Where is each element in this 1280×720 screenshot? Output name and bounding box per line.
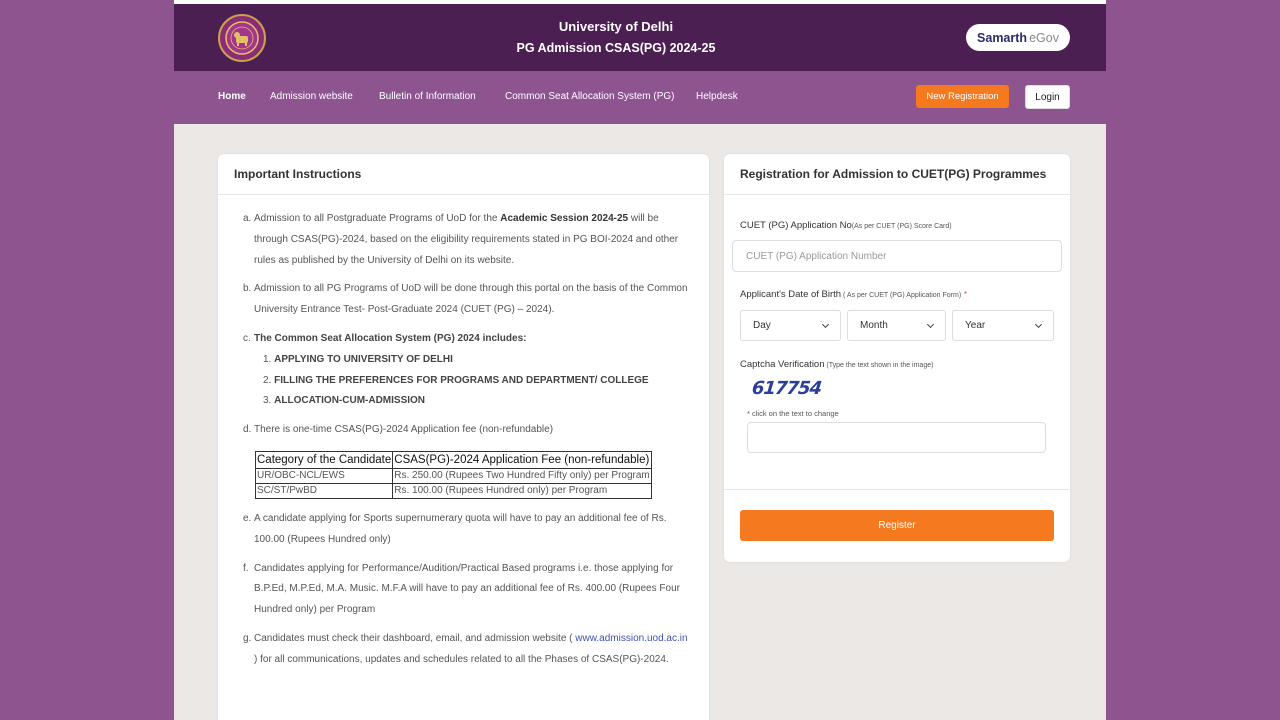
samarth-egov-logo[interactable]: Samarth eGov: [966, 24, 1070, 51]
list-item-text: APPLYING TO UNIVERSITY OF DELHI: [274, 353, 453, 365]
list-marker: 2.: [263, 374, 272, 386]
list-marker: d.: [243, 424, 252, 436]
instructions-list: a. Admission to all Postgraduate Program…: [218, 195, 709, 671]
main-nav: Home Admission website Bulletin of Infor…: [174, 71, 1106, 124]
instructions-title: Important Instructions: [218, 154, 709, 195]
nav-home[interactable]: Home: [218, 91, 246, 102]
list-item-text: ALLOCATION-CUM-ADMISSION: [274, 395, 426, 407]
csas-sub-list: 1. APPLYING TO UNIVERSITY OF DELHI 2. FI…: [263, 350, 689, 412]
instruction-text: A candidate applying for Sports supernum…: [254, 512, 667, 545]
instruction-text: Candidates must check their dashboard, e…: [254, 632, 576, 644]
page-subtitle: PG Admission CSAS(PG) 2024-25: [516, 41, 716, 55]
instruction-text: Candidates applying for Performance/Audi…: [254, 562, 680, 616]
instruction-b: b. Admission to all PG Programs of UoD w…: [243, 279, 689, 321]
captcha-input[interactable]: [747, 422, 1046, 453]
admission-website-link[interactable]: www.admission.uod.ac.in: [575, 633, 687, 644]
fee-table: Category of the Candidate CSAS(PG)-2024 …: [254, 450, 652, 499]
instruction-f: f. Candidates applying for Performance/A…: [243, 559, 689, 621]
list-item: 3. ALLOCATION-CUM-ADMISSION: [263, 391, 689, 412]
chevron-down-icon: [1034, 320, 1043, 328]
page-title: University of Delhi: [558, 19, 674, 34]
label-text: Applicant's Date of Birth: [740, 289, 842, 300]
form-divider: [724, 489, 1070, 490]
instruction-c: c. The Common Seat Allocation System (PG…: [243, 329, 689, 350]
instruction-g: g. Candidates must check their dashboard…: [243, 629, 689, 671]
new-registration-button[interactable]: New Registration: [916, 85, 1009, 108]
nav-helpdesk[interactable]: Helpdesk: [696, 91, 738, 102]
list-marker: b.: [243, 283, 252, 295]
brand-suffix: eGov: [1029, 30, 1059, 45]
list-item: 2. FILLING THE PREFERENCES FOR PROGRAMS …: [263, 371, 689, 392]
register-button[interactable]: Register: [740, 510, 1054, 541]
site-header: University of Delhi PG Admission CSAS(PG…: [174, 4, 1106, 71]
table-cell: SC/ST/PwBD: [254, 482, 394, 499]
label-note: (As per CUET (PG) Score Card): [851, 223, 952, 230]
instruction-d: d. There is one-time CSAS(PG)-2024 Appli…: [243, 420, 689, 441]
page: University of Delhi PG Admission CSAS(PG…: [174, 0, 1106, 720]
chevron-down-icon: [926, 320, 935, 328]
label-note: (Type the text shown in the image): [824, 362, 934, 369]
list-marker: 1.: [263, 353, 272, 365]
instruction-text: The Common Seat Allocation System (PG) 2…: [254, 332, 527, 344]
captcha-image[interactable]: 617754: [751, 378, 822, 399]
application-number-input[interactable]: CUET (PG) Application Number: [732, 240, 1062, 272]
instructions-card: Important Instructions a. Admission to a…: [218, 154, 709, 720]
captcha-hint: * click on the text to change: [747, 409, 839, 418]
instruction-a: a. Admission to all Postgraduate Program…: [243, 209, 689, 271]
academic-session-text: Academic Session 2024-25: [500, 213, 629, 224]
label-text: CUET (PG) Application No: [740, 220, 852, 231]
list-item-text: FILLING THE PREFERENCES FOR PROGRAMS AND…: [274, 374, 649, 386]
table-header: CSAS(PG)-2024 Application Fee (non-refun…: [392, 450, 652, 469]
label-text: Captcha Verification: [740, 359, 825, 370]
dob-month-select[interactable]: Month: [847, 310, 946, 341]
list-marker: f.: [243, 562, 249, 574]
instruction-text: ) for all communications, updates and sc…: [254, 653, 669, 665]
list-marker: c.: [243, 332, 251, 344]
nav-admission-website[interactable]: Admission website: [270, 91, 353, 102]
nav-csas-pg[interactable]: Common Seat Allocation System (PG): [505, 91, 675, 102]
table-cell: UR/OBC-NCL/EWS: [254, 467, 394, 484]
table-row: SC/ST/PwBD Rs. 100.00 (Rupees Hundred on…: [254, 482, 652, 499]
chevron-down-icon: [821, 320, 830, 328]
table-row: UR/OBC-NCL/EWS Rs. 250.00 (Rupees Two Hu…: [254, 467, 652, 484]
captcha-label: Captcha Verification (Type the text show…: [740, 359, 933, 370]
list-item: 1. APPLYING TO UNIVERSITY OF DELHI: [263, 350, 689, 371]
instruction-text: There is one-time CSAS(PG)-2024 Applicat…: [254, 424, 554, 436]
table-cell: Rs. 250.00 (Rupees Two Hundred Fifty onl…: [392, 467, 652, 484]
login-button[interactable]: Login: [1025, 85, 1070, 109]
instruction-text: Admission to all PG Programs of UoD will…: [254, 283, 688, 316]
dob-label: Applicant's Date of Birth ( As per CUET …: [740, 289, 967, 300]
dob-day-select[interactable]: Day: [740, 310, 841, 341]
nav-bulletin-of-information[interactable]: Bulletin of Information: [379, 91, 476, 102]
list-marker: 3.: [263, 395, 272, 407]
dob-year-select[interactable]: Year: [952, 310, 1054, 341]
registration-title: Registration for Admission to CUET(PG) P…: [724, 154, 1070, 195]
select-value: Day: [753, 320, 771, 331]
list-marker: g.: [243, 632, 252, 644]
brand-main: Samarth: [977, 30, 1028, 45]
registration-card: Registration for Admission to CUET(PG) P…: [724, 154, 1070, 562]
select-value: Year: [965, 320, 986, 331]
table-header: Category of the Candidate: [254, 450, 394, 469]
table-cell: Rs. 100.00 (Rupees Hundred only) per Pro…: [392, 482, 652, 499]
required-mark: *: [963, 290, 967, 299]
select-value: Month: [860, 320, 888, 331]
instruction-e: e. A candidate applying for Sports super…: [243, 509, 689, 551]
table-header-row: Category of the Candidate CSAS(PG)-2024 …: [254, 450, 652, 469]
list-marker: a.: [243, 213, 252, 224]
instruction-text: Admission to all Postgraduate Programs o…: [254, 213, 501, 224]
label-note: ( As per CUET (PG) Application Form): [841, 292, 962, 299]
application-no-label: CUET (PG) Application No(As per CUET (PG…: [740, 220, 952, 231]
list-marker: e.: [243, 512, 252, 524]
